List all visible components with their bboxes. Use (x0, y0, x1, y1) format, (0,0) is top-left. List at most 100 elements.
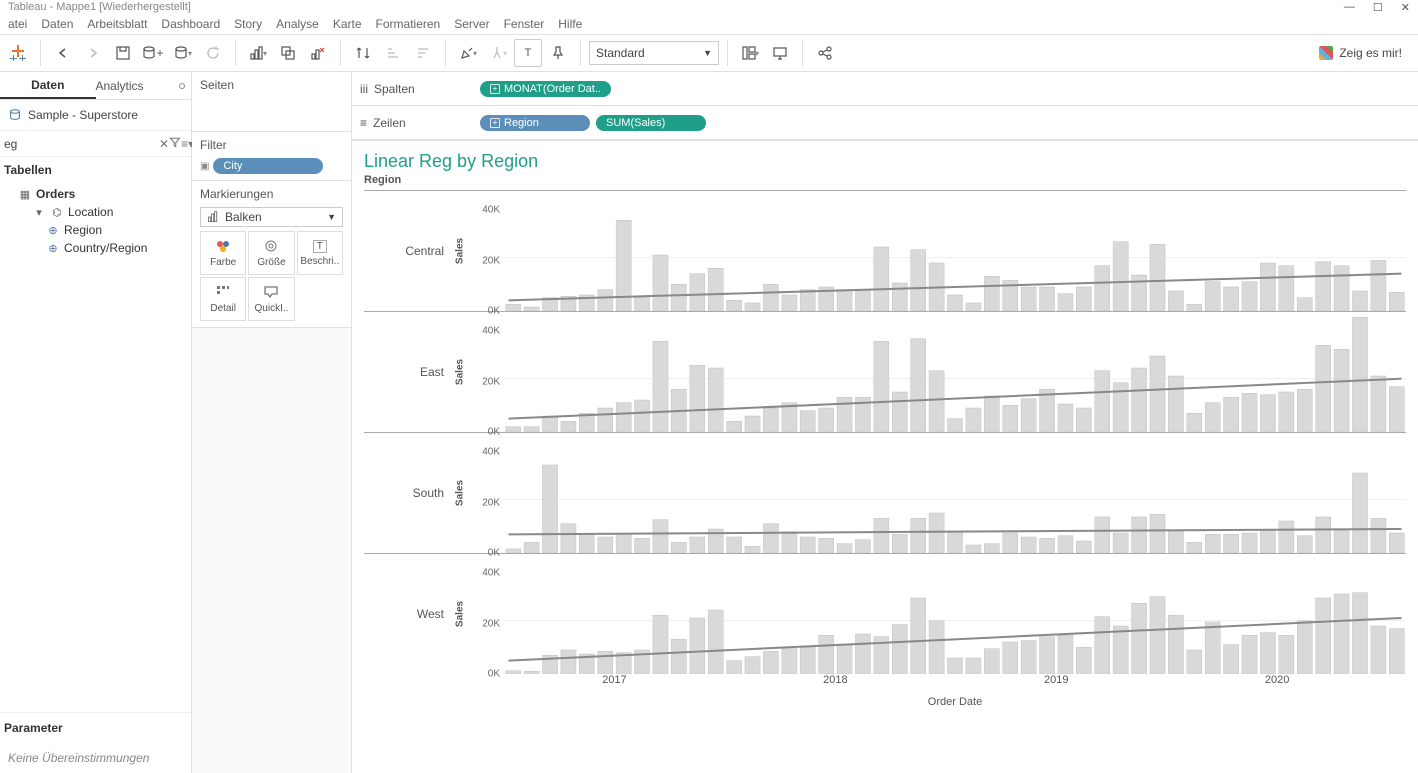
facet-east: EastSales0K20K40K (364, 311, 1406, 432)
show-me-button[interactable]: Zeig es mir! (1319, 46, 1414, 60)
menu-story[interactable]: Story (234, 17, 262, 31)
col-pill-month[interactable]: +MONAT(Order Dat.. (480, 81, 611, 97)
facet-south: SouthSales0K20K40K (364, 432, 1406, 553)
filter-pill-city[interactable]: City (213, 158, 323, 174)
mark-detail[interactable]: Detail (200, 277, 246, 321)
tab-analytics[interactable]: Analytics (96, 72, 192, 99)
tab-data[interactable]: Daten (0, 72, 96, 99)
text-icon[interactable]: T (514, 39, 542, 67)
sort-desc-icon[interactable] (409, 39, 437, 67)
presentation-icon[interactable] (766, 39, 794, 67)
show-cards-icon[interactable]: ▾ (736, 39, 764, 67)
rows-icon: ≡ (360, 116, 367, 130)
mark-type-dropdown[interactable]: Balken▼ (200, 207, 343, 227)
parameter-label: Parameter (0, 712, 191, 743)
menu-map[interactable]: Karte (333, 17, 362, 31)
toolbar: + ▾ ▾ ▾ ▾ T Standard▼ ▾ Zeig es mir! (0, 34, 1418, 72)
x-axis: 20172018201920202021 (504, 674, 1406, 692)
pages-shelf[interactable]: Seiten (192, 72, 351, 132)
facet-label: South (364, 433, 454, 553)
pin-icon[interactable] (544, 39, 572, 67)
menu-help[interactable]: Hilfe (558, 17, 582, 31)
facet-label: East (364, 312, 454, 432)
plot-area[interactable] (504, 312, 1406, 432)
highlight-icon[interactable]: ▾ (454, 39, 482, 67)
menu-data[interactable]: Daten (41, 17, 73, 31)
y-axis: Sales0K20K40K (454, 312, 504, 432)
folder-location[interactable]: ▾⌬Location (4, 203, 187, 221)
facet-label: West (364, 554, 454, 674)
y-axis: Sales0K20K40K (454, 433, 504, 553)
chart-container: CentralSales0K20K40KEastSales0K20K40KSou… (352, 190, 1418, 773)
plot-area[interactable] (504, 191, 1406, 311)
mark-size[interactable]: Größe (248, 231, 294, 275)
fit-dropdown[interactable]: Standard▼ (589, 41, 719, 65)
worksheet-area: iiiSpalten +MONAT(Order Dat.. ≡Zeilen +R… (352, 72, 1418, 773)
close-icon[interactable]: ✕ (1401, 1, 1410, 14)
columns-shelf[interactable]: iiiSpalten +MONAT(Order Dat.. (352, 72, 1418, 106)
filter-icon[interactable] (169, 136, 181, 151)
plot-area[interactable] (504, 554, 1406, 674)
facet-central: CentralSales0K20K40K (364, 190, 1406, 311)
rows-shelf[interactable]: ≡Zeilen +Region SUM(Sales) (352, 106, 1418, 140)
region-header: Region (352, 174, 1418, 190)
y-axis: Sales0K20K40K (454, 554, 504, 674)
facet-label: Central (364, 191, 454, 311)
year-tick: 2019 (1044, 674, 1068, 686)
plot-area[interactable] (504, 433, 1406, 553)
save-icon[interactable] (109, 39, 137, 67)
table-orders[interactable]: ▦Orders (4, 185, 187, 203)
viz-title[interactable]: Linear Reg by Region (352, 141, 1418, 174)
cards-column: Seiten Filter ▣ City Markierungen Balken… (192, 72, 352, 773)
undo-icon[interactable] (49, 39, 77, 67)
maximize-icon[interactable]: ☐ (1373, 1, 1383, 14)
menu-format[interactable]: Formatieren (376, 17, 441, 31)
year-tick: 2017 (602, 674, 626, 686)
new-datasource-icon[interactable]: + (139, 39, 167, 67)
menu-server[interactable]: Server (454, 17, 489, 31)
tables-label: Tabellen (0, 157, 191, 183)
pause-updates-icon[interactable]: ▾ (169, 39, 197, 67)
tableau-logo-icon[interactable] (4, 39, 32, 67)
datasource-row[interactable]: Sample - Superstore (0, 100, 191, 131)
no-matches: Keine Übereinstimmungen (0, 743, 191, 773)
menu-window[interactable]: Fenster (504, 17, 545, 31)
mark-color[interactable]: Farbe (200, 231, 246, 275)
refresh-icon[interactable] (199, 39, 227, 67)
share-icon[interactable] (811, 39, 839, 67)
title-bar: Tableau - Mappe1 [Wiederhergestellt] — ☐… (0, 0, 1418, 14)
mark-label[interactable]: TBeschri.. (297, 231, 343, 275)
columns-icon: iii (360, 82, 368, 96)
field-tree: ▦Orders ▾⌬Location ⊕Region ⊕Country/Regi… (0, 183, 191, 259)
sort-asc-icon[interactable] (379, 39, 407, 67)
duplicate-icon[interactable] (274, 39, 302, 67)
minimize-icon[interactable]: — (1344, 1, 1355, 14)
menu-worksheet[interactable]: Arbeitsblatt (87, 17, 147, 31)
facet-west: WestSales0K20K40K (364, 553, 1406, 674)
search-input[interactable] (4, 137, 159, 151)
field-region[interactable]: ⊕Region (4, 221, 187, 239)
mark-tooltip[interactable]: QuickI.. (248, 277, 294, 321)
redo-icon[interactable] (79, 39, 107, 67)
menu-bar: atei Daten Arbeitsblatt Dashboard Story … (0, 14, 1418, 34)
swap-icon[interactable] (349, 39, 377, 67)
data-pane: Daten Analytics Sample - Superstore ✕ ≡▾… (0, 72, 192, 773)
menu-dashboard[interactable]: Dashboard (161, 17, 220, 31)
clear-search-icon[interactable]: ✕ (159, 137, 169, 151)
row-pill-region[interactable]: +Region (480, 115, 590, 131)
year-tick: 2018 (823, 674, 847, 686)
show-me-icon (1319, 46, 1333, 60)
window-controls: — ☐ ✕ (1344, 1, 1410, 14)
menu-analysis[interactable]: Analyse (276, 17, 319, 31)
year-tick: 2020 (1265, 674, 1289, 686)
field-search: ✕ ≡▾ (0, 131, 191, 157)
menu-file[interactable]: atei (8, 17, 27, 31)
window-title: Tableau - Mappe1 [Wiederhergestellt] (8, 1, 191, 13)
row-pill-sales[interactable]: SUM(Sales) (596, 115, 706, 131)
field-country[interactable]: ⊕Country/Region (4, 239, 187, 257)
new-worksheet-icon[interactable]: ▾ (244, 39, 272, 67)
clear-sheet-icon[interactable] (304, 39, 332, 67)
y-axis: Sales0K20K40K (454, 191, 504, 311)
group-icon[interactable]: ▾ (484, 39, 512, 67)
filter-shelf[interactable]: Filter ▣ City (192, 132, 351, 181)
